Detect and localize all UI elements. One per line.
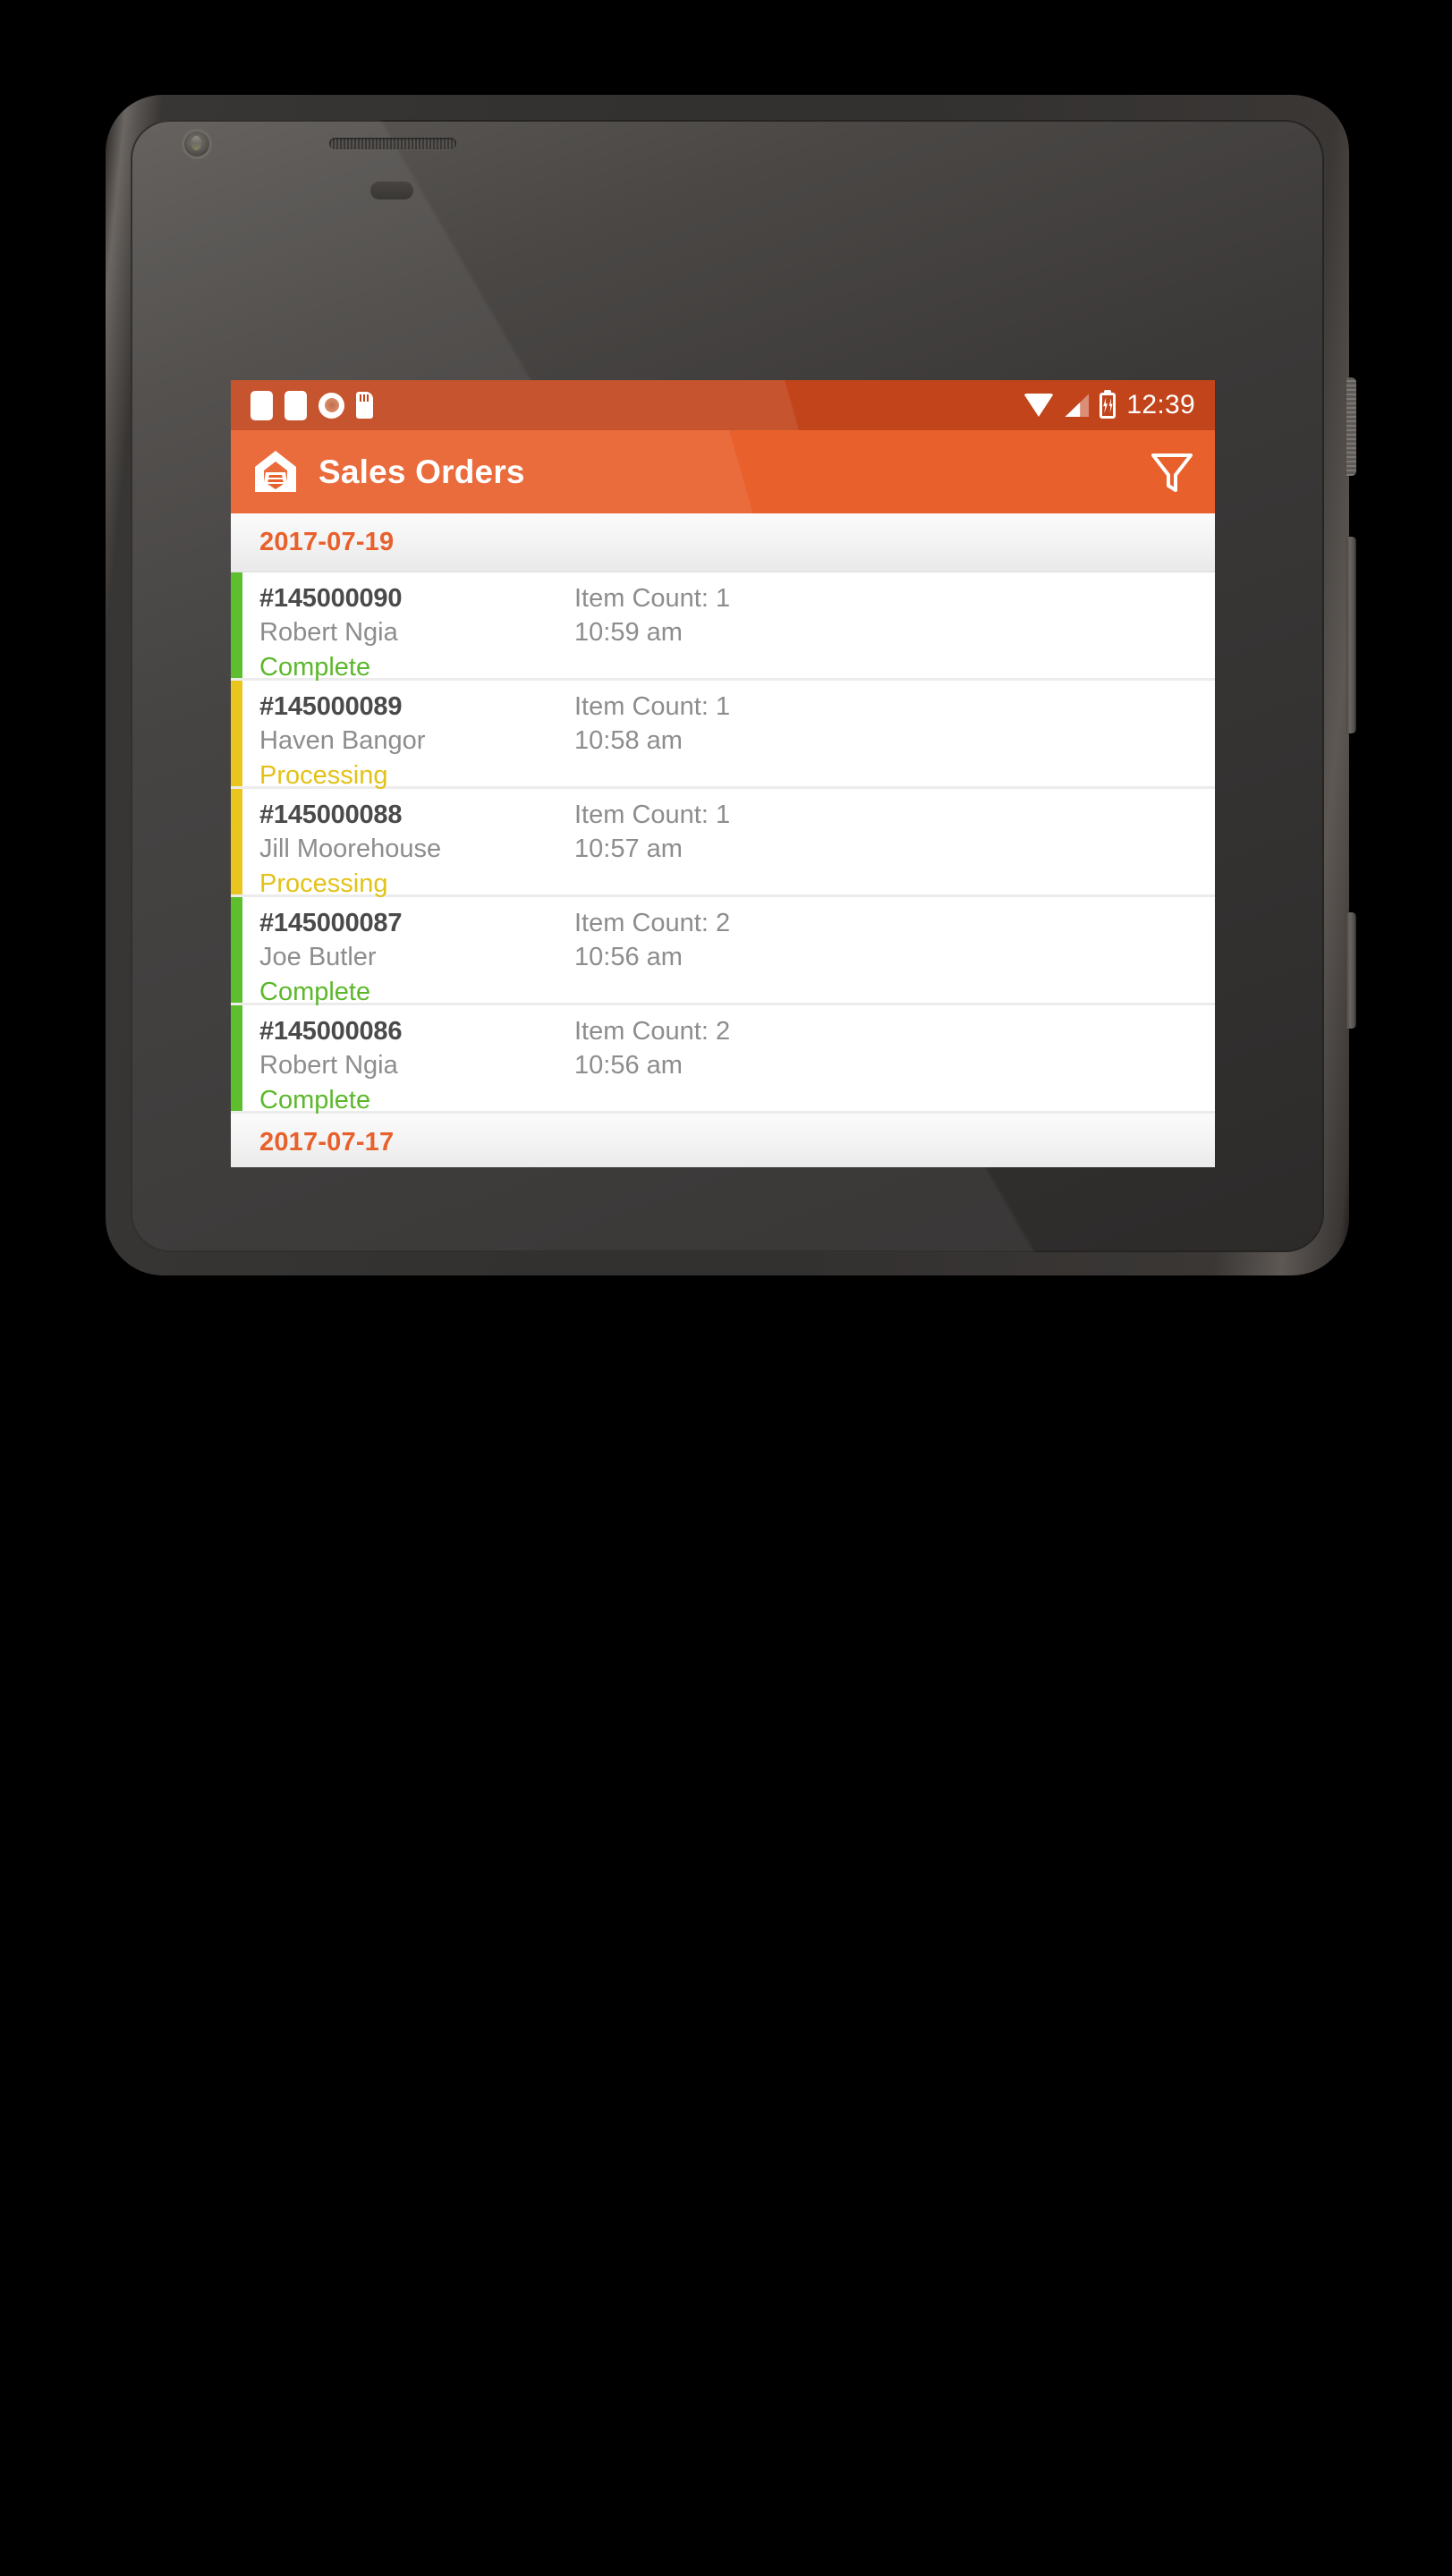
wifi-icon xyxy=(1023,394,1055,417)
table-row[interactable]: #145000090 Robert Ngia Complete Item Cou… xyxy=(231,572,1215,682)
record-icon xyxy=(318,392,344,419)
status-accent-bar xyxy=(231,789,242,894)
screenshot-icon xyxy=(250,390,273,420)
sdcard-icon xyxy=(356,392,373,419)
table-row[interactable]: #145000086 Robert Ngia Complete Item Cou… xyxy=(231,1005,1215,1114)
battery-charging-icon xyxy=(1100,392,1117,419)
proximity-sensor xyxy=(370,182,413,199)
signal-icon xyxy=(1065,394,1090,417)
sales-orders-list[interactable]: 2017-07-19 #145000090 Robert Ngia Comple… xyxy=(231,513,1215,1167)
order-id: #145000089 xyxy=(259,692,403,721)
app-bar: Sales Orders xyxy=(231,430,1215,513)
item-count: Item Count: 1 xyxy=(574,801,731,829)
status-bar-clock: 12:39 xyxy=(1126,390,1195,419)
status-accent-bar xyxy=(231,681,242,786)
volume-rocker-button-lower[interactable] xyxy=(1346,912,1356,1029)
status-bar-left-icons xyxy=(250,390,373,420)
date-header: 2017-07-19 xyxy=(231,513,1215,572)
front-camera-icon xyxy=(182,129,212,159)
date-header-label: 2017-07-19 xyxy=(259,528,395,556)
order-time: 10:56 am xyxy=(574,1051,683,1080)
order-id: #145000088 xyxy=(259,801,403,829)
status-bar: 12:39 xyxy=(231,380,1215,430)
customer-name: Robert Ngia xyxy=(259,618,398,648)
status-badge: Processing xyxy=(259,869,388,899)
customer-name: Haven Bangor xyxy=(259,726,426,756)
screenshot-icon-2 xyxy=(284,390,307,420)
page-title: Sales Orders xyxy=(318,453,525,490)
item-count: Item Count: 2 xyxy=(574,909,731,937)
date-header-label: 2017-07-17 xyxy=(259,1128,395,1157)
status-badge: Complete xyxy=(259,1086,371,1115)
order-time: 10:59 am xyxy=(574,618,683,648)
charging-bolt-icon xyxy=(1103,397,1108,413)
customer-name: Robert Ngia xyxy=(259,1051,398,1080)
filter-funnel-icon[interactable] xyxy=(1149,449,1195,496)
status-accent-bar xyxy=(231,897,242,1003)
earpiece-speaker xyxy=(329,138,456,149)
table-row[interactable]: #145000089 Haven Bangor Processing Item … xyxy=(231,681,1215,791)
phone-screen: 12:39 Sales Orders 2017-07-19 #145000090… xyxy=(231,380,1215,1167)
order-time: 10:56 am xyxy=(574,943,683,972)
customer-name: Jill Moorehouse xyxy=(259,835,442,864)
volume-rocker-button[interactable] xyxy=(1346,537,1356,733)
status-badge: Complete xyxy=(259,978,371,1007)
status-accent-bar xyxy=(231,572,242,678)
order-time: 10:57 am xyxy=(574,835,683,864)
status-bar-right-icons: 12:39 xyxy=(1023,390,1195,420)
item-count: Item Count: 2 xyxy=(574,1017,731,1046)
screenshot-canvas: 12:39 Sales Orders 2017-07-19 #145000090… xyxy=(0,0,1452,2576)
table-row[interactable]: #145000088 Jill Moorehouse Processing It… xyxy=(231,789,1215,899)
order-id: #145000086 xyxy=(259,1017,403,1046)
status-accent-bar xyxy=(231,1005,242,1111)
power-button[interactable] xyxy=(1346,377,1356,476)
status-badge: Processing xyxy=(259,761,388,791)
date-header: 2017-07-17 xyxy=(231,1114,1215,1167)
order-time: 10:58 am xyxy=(574,726,683,756)
order-id: #145000090 xyxy=(259,584,403,613)
item-count: Item Count: 1 xyxy=(574,584,731,613)
warehouse-inbox-icon[interactable] xyxy=(250,447,301,497)
status-badge: Complete xyxy=(259,653,371,682)
order-id: #145000087 xyxy=(259,909,403,937)
table-row[interactable]: #145000087 Joe Butler Complete Item Coun… xyxy=(231,897,1215,1007)
customer-name: Joe Butler xyxy=(259,943,377,972)
item-count: Item Count: 1 xyxy=(574,692,731,721)
